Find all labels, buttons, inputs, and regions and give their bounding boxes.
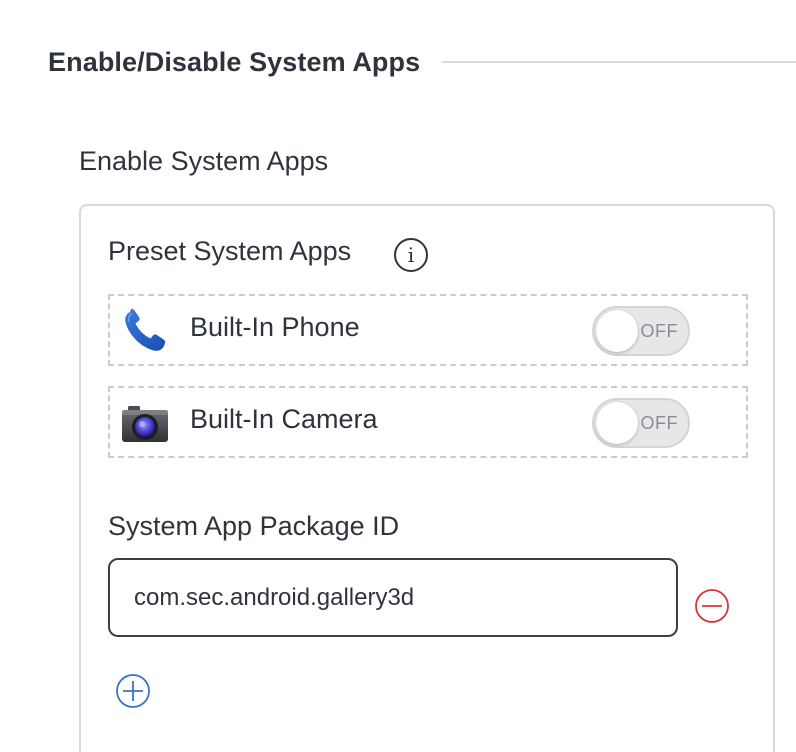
toggle-knob — [596, 310, 638, 352]
plus-circle-icon[interactable] — [115, 673, 151, 709]
app-label-phone: Built-In Phone — [190, 312, 360, 342]
subsection-title: Enable System Apps — [79, 146, 329, 176]
package-id-label: System App Package ID — [108, 511, 400, 541]
app-label-camera: Built-In Camera — [190, 404, 378, 434]
section-header: Enable/Disable System Apps — [48, 44, 796, 80]
toggle-camera[interactable]: OFF — [592, 398, 690, 448]
app-row-camera: Built-In Camera OFF — [108, 386, 748, 458]
toggle-knob — [596, 402, 638, 444]
toggle-state-text: OFF — [640, 413, 678, 433]
package-id-input[interactable] — [108, 558, 678, 637]
section-divider — [442, 61, 796, 63]
section-title: Enable/Disable System Apps — [48, 46, 421, 77]
toggle-state-text: OFF — [640, 321, 678, 341]
phone-icon — [125, 308, 166, 351]
toggle-phone[interactable]: OFF — [592, 306, 690, 356]
settings-panel — [79, 204, 775, 752]
camera-icon — [122, 406, 168, 442]
info-icon[interactable]: i — [394, 238, 428, 272]
preset-apps-label: Preset System Apps — [108, 236, 352, 266]
minus-circle-icon[interactable] — [694, 588, 730, 624]
app-row-phone: Built-In Phone OFF — [108, 294, 748, 366]
page: Enable/Disable System Apps Enable System… — [0, 0, 796, 752]
